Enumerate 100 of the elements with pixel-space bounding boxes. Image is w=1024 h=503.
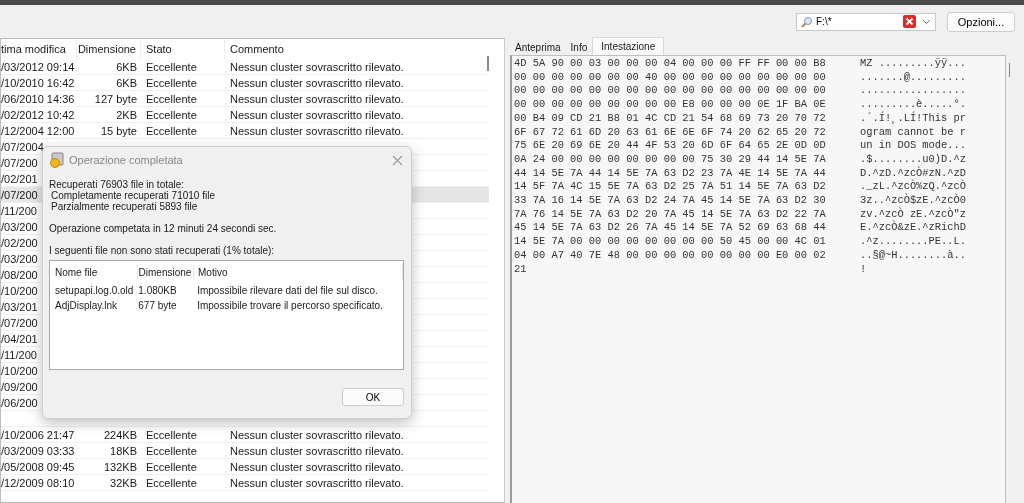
comment-cell-text: Nessun cluster sovrascritto rilevato. bbox=[229, 476, 405, 490]
scrollbar-thumb[interactable] bbox=[1009, 63, 1010, 77]
table-cell-text: Impossibile rilevare dati del file sul disco. bbox=[196, 284, 379, 298]
table-row[interactable]: /06/2010 14:36 127 byte Eccellente Nessun cluster sovrascritto rilevato. bbox=[1, 91, 489, 107]
hex-bytes: 6F 67 72 61 6D 20 63 61 6E 6E 6F 74 20 62 65 20 72 bbox=[514, 125, 827, 140]
table-row[interactable]: /10/2010 16:42 6KB Eccellente Nessun cluster sovrascritto rilevato. bbox=[1, 75, 489, 91]
date-cell-text: /10/2006 21:47 bbox=[1, 428, 76, 442]
ok-button[interactable]: OK bbox=[342, 388, 404, 406]
column-header[interactable]: Stato bbox=[141, 39, 225, 59]
column-header[interactable]: Commento bbox=[225, 39, 485, 59]
date-cell-text: /03/201 bbox=[1, 300, 38, 314]
date-cell-text: /02/200 bbox=[1, 236, 38, 250]
hex-bytes: 45 14 5E 7A 63 D2 26 7A 45 14 5E 7A 52 69 63 68 44 bbox=[514, 221, 827, 236]
date-cell-text: /02/2012 10:42 bbox=[1, 108, 76, 122]
search-icon bbox=[801, 15, 813, 28]
size-cell-text: 6KB bbox=[115, 76, 138, 90]
table-cell-text: AdjDisplay.lnk bbox=[55, 299, 119, 313]
column-header[interactable]: Dimensione bbox=[77, 39, 141, 59]
status-cell-text: Eccellente bbox=[145, 60, 198, 74]
hex-bytes: 4D 5A 90 00 03 00 00 00 04 00 00 00 FF FF 00 00 B8 bbox=[514, 57, 827, 71]
clear-icon[interactable] bbox=[903, 15, 916, 28]
ascii-text: ogram cannot be r bbox=[860, 125, 966, 140]
comment-cell-text: Nessun cluster sovrascritto rilevato. bbox=[229, 60, 405, 74]
ascii-text: .......@......... bbox=[860, 70, 966, 85]
table-row[interactable]: /03/2012 09:14 6KB Eccellente Nessun cluster sovrascritto rilevato. bbox=[1, 59, 489, 75]
size-cell-text: 15 byte bbox=[99, 124, 138, 138]
app-icon bbox=[49, 152, 65, 168]
ascii-text: D.^zD.^zcÒ#zN.^zD bbox=[860, 166, 966, 179]
hex-bytes: 21 bbox=[514, 262, 528, 277]
date-cell-text: /05/2008 09:45 bbox=[1, 460, 76, 474]
detail-text: Completamente recuperati 71010 file bbox=[51, 190, 216, 201]
date-cell-text: /03/2012 09:14 bbox=[1, 60, 76, 74]
hex-bytes: 14 5E 7A 00 00 00 00 00 00 00 00 50 45 00 00 4C 01 bbox=[514, 235, 827, 249]
ascii-text: .^z........PE..L. bbox=[860, 235, 966, 249]
column-header[interactable]: Nome file bbox=[55, 265, 138, 280]
column-header[interactable]: tima modifica bbox=[1, 39, 77, 59]
hex-bytes: 7A 76 14 5E 7A 63 D2 20 7A 45 14 5E 7A 63 D2 22 7A bbox=[514, 207, 827, 222]
date-cell-text: /03/2009 03:33 bbox=[1, 444, 76, 458]
table-row[interactable]: /12/2004 12:00 15 byte Eccellente Nessun cluster sovrascritto rilevato. bbox=[1, 123, 489, 139]
table-row[interactable]: /10/2006 21:47 224KB Eccellente Nessun cluster sovrascritto rilevato. bbox=[1, 427, 489, 443]
date-cell-text: /07/200 bbox=[1, 316, 38, 330]
ascii-text: ................. bbox=[860, 84, 966, 99]
date-cell-text: /03/200 bbox=[1, 220, 38, 234]
table-cell-text: Impossibile trovare il percorso specificato. bbox=[196, 299, 384, 313]
date-cell-text: /10/200 bbox=[1, 364, 38, 378]
date-cell-text: /09/200 bbox=[1, 380, 38, 394]
status-cell-text: Eccellente bbox=[145, 108, 198, 122]
options-button[interactable]: Opzioni... bbox=[947, 11, 1015, 32]
status-cell-text: Eccellente bbox=[145, 124, 198, 138]
comment-cell-text: Nessun cluster sovrascritto rilevato. bbox=[229, 108, 405, 122]
table-row[interactable]: /12/2009 08:10 32KB Eccellente Nessun cluster sovrascritto rilevato. bbox=[1, 475, 489, 491]
hex-bytes: 00 00 00 00 00 00 00 00 00 E8 00 00 00 0E 1F BA 0E bbox=[514, 98, 827, 112]
tab[interactable]: Intestazione bbox=[592, 37, 665, 55]
ascii-text: ! bbox=[860, 262, 867, 277]
ascii-text: .........è.....°. bbox=[860, 98, 966, 111]
comment-cell-text: Nessun cluster sovrascritto rilevato. bbox=[229, 76, 405, 90]
date-cell-text: /11/200 bbox=[1, 348, 37, 362]
tab[interactable]: Anteprima bbox=[510, 40, 566, 55]
status-cell-text: Eccellente bbox=[145, 428, 198, 442]
status-cell-text: Eccellente bbox=[145, 444, 198, 458]
table-row[interactable]: /05/2008 09:45 132KB Eccellente Nessun cluster sovrascritto rilevato. bbox=[1, 459, 489, 475]
close-icon[interactable] bbox=[392, 154, 403, 166]
date-cell-text: /07/200 bbox=[1, 156, 38, 170]
date-cell-text: /03/200 bbox=[1, 252, 38, 266]
ascii-text: un in DOS mode... bbox=[860, 139, 966, 153]
comment-cell-text: Nessun cluster sovrascritto rilevato. bbox=[229, 428, 405, 442]
size-cell-text: 224KB bbox=[102, 428, 138, 442]
ascii-text: MZ .........ÿÿ... bbox=[860, 57, 966, 71]
table-row[interactable]: /03/2009 03:33 18KB Eccellente Nessun cluster sovrascritto rilevato. bbox=[1, 443, 489, 459]
search-field[interactable]: F:\* bbox=[816, 16, 900, 27]
hex-bytes: 75 6E 20 69 6E 20 44 4F 53 20 6D 6F 64 65 2E 0D 0D bbox=[514, 139, 827, 153]
hex-bytes: 44 14 5E 7A 44 14 5E 7A 63 D2 23 7A 4E 14 5E 7A 44 bbox=[514, 166, 827, 181]
date-cell-text: /07/2004 bbox=[1, 140, 44, 154]
column-header[interactable]: Motivo bbox=[194, 265, 403, 280]
detail-text: Parzialmente recuperati 5893 file bbox=[50, 201, 199, 212]
dialog-title: Operazione completata bbox=[69, 154, 184, 166]
date-cell-text: /02/201 bbox=[1, 172, 38, 186]
ascii-text: E.^zcÒ&zE.^zRichD bbox=[860, 221, 966, 236]
tab[interactable]: Info bbox=[565, 40, 593, 55]
scrollbar-thumb[interactable] bbox=[487, 56, 489, 71]
status-cell-text: Eccellente bbox=[145, 92, 198, 106]
date-cell-text: /08/200 bbox=[1, 268, 38, 282]
date-cell-text: /06/200 bbox=[1, 396, 38, 410]
size-cell-text: 2KB bbox=[115, 108, 138, 122]
size-cell-text: 32KB bbox=[109, 476, 138, 490]
ascii-text: ._zL.^zcÒ%zQ.^zcÒ bbox=[860, 180, 966, 193]
dropdown-caret-icon[interactable] bbox=[922, 18, 931, 25]
table-cell-text: 677 byte bbox=[137, 299, 178, 313]
hex-bytes: 00 B4 09 CD 21 B8 01 4C CD 21 54 68 69 73 20 70 72 bbox=[514, 111, 827, 126]
table-row[interactable]: /02/2012 10:42 2KB Eccellente Nessun cluster sovrascritto rilevato. bbox=[1, 107, 489, 123]
size-cell-text: 132KB bbox=[102, 460, 138, 474]
column-header[interactable]: Dimensione bbox=[137, 265, 194, 280]
duration-text: Operazione competata in 12 minuti 24 secondi sec. bbox=[49, 223, 278, 234]
search-box[interactable]: F:\* bbox=[796, 12, 936, 31]
hex-bytes: 33 7A 16 14 5E 7A 63 D2 24 7A 45 14 5E 7A 63 D2 30 bbox=[514, 194, 827, 208]
status-cell-text: Eccellente bbox=[145, 460, 198, 474]
comment-cell-text: Nessun cluster sovrascritto rilevato. bbox=[229, 124, 405, 138]
hex-bytes: 00 00 00 00 00 00 00 40 00 00 00 00 00 00 00 00 00 bbox=[514, 70, 827, 85]
comment-cell-text: Nessun cluster sovrascritto rilevato. bbox=[229, 92, 405, 106]
ascii-text: zv.^zcÒ zE.^zcÒ"z bbox=[860, 207, 966, 220]
